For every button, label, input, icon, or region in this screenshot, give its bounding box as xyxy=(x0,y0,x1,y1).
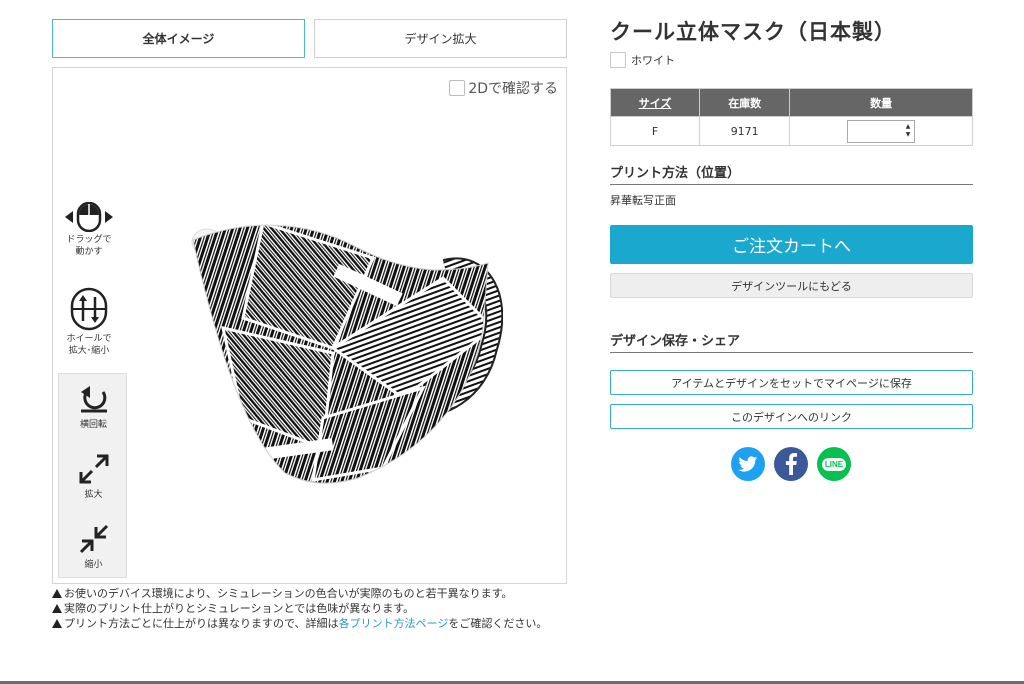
rotate-label: 横回転 xyxy=(79,420,107,430)
line-icon: LINE xyxy=(821,457,847,471)
zoom-out-button[interactable]: 縮小 xyxy=(59,524,128,570)
color-swatch-white[interactable] xyxy=(610,52,626,68)
facebook-icon xyxy=(785,453,797,475)
drag-hint-line1: ドラッグで xyxy=(66,235,112,245)
mouse-wheel-icon xyxy=(70,287,108,331)
save-share-heading: デザイン保存・シェア xyxy=(610,330,973,353)
stepper-arrows-icon[interactable]: ▲ ▼ xyxy=(902,121,914,142)
print-method-value: 昇華転写正面 xyxy=(610,194,676,207)
stock-cell: 9171 xyxy=(699,116,791,146)
zoom-out-label: 縮小 xyxy=(84,560,103,570)
warning-icon xyxy=(52,619,62,628)
color-option[interactable]: ホワイト xyxy=(610,52,675,68)
wheel-hint-line1: ホイールで xyxy=(66,334,112,344)
facebook-share-button[interactable] xyxy=(774,447,808,481)
tab-design-zoom[interactable]: デザイン拡大 xyxy=(314,19,567,58)
quantity-header: 数量 xyxy=(789,88,973,117)
size-header-link[interactable]: サイズ xyxy=(609,88,701,117)
note-print-method: プリント方法ごとに仕上がりは異なりますので、詳細は各プリント方法ページをご確認く… xyxy=(52,618,567,629)
simulation-notes: お使いのデバイス環境により、シミュレーションの色合いが実際のものと若干異なります… xyxy=(52,588,567,633)
twitter-icon xyxy=(738,455,758,472)
toggle-2d-checkbox[interactable] xyxy=(449,80,466,96)
back-to-design-tool-button[interactable]: デザインツールにもどる xyxy=(610,273,973,298)
save-to-mypage-button[interactable]: アイテムとデザインをセットでマイページに保存 xyxy=(610,370,973,395)
wheel-hint: ホイールで 拡大･縮小 xyxy=(59,287,119,357)
expand-icon xyxy=(79,454,108,484)
drag-hint: ドラッグで 動かす xyxy=(59,202,119,258)
stock-table: サイズ 在庫数 数量 F 9171 ▲ ▼ xyxy=(609,88,973,146)
rotate-icon xyxy=(80,386,107,413)
view-controls-panel: 横回転 拡大 縮小 xyxy=(58,373,127,578)
mask-3d-model xyxy=(191,224,503,484)
warning-icon xyxy=(52,589,62,598)
toggle-2d-label: 2Dで確認する xyxy=(468,81,558,97)
order-cart-button[interactable]: ご注文カートへ xyxy=(610,225,973,264)
quantity-stepper[interactable]: ▲ ▼ xyxy=(847,119,916,143)
warning-icon xyxy=(52,604,62,613)
line-share-button[interactable]: LINE xyxy=(817,447,851,481)
shrink-icon xyxy=(79,524,108,554)
toggle-2d-view[interactable]: 2Dで確認する xyxy=(449,78,558,98)
print-method-page-link[interactable]: 各プリント方法ページ xyxy=(339,617,449,630)
twitter-share-button[interactable] xyxy=(731,447,765,481)
stock-header: 在庫数 xyxy=(699,88,791,117)
size-cell: F xyxy=(609,116,701,146)
note-device-color: お使いのデバイス環境により、シミュレーションの色合いが実際のものと若干異なります… xyxy=(52,588,567,599)
zoom-in-label: 拡大 xyxy=(84,490,103,500)
mouse-drag-icon xyxy=(65,202,113,232)
rotate-button[interactable]: 横回転 xyxy=(59,384,128,430)
tab-overall-image[interactable]: 全体イメージ xyxy=(52,19,305,58)
table-row: F 9171 ▲ ▼ xyxy=(609,116,973,146)
zoom-in-button[interactable]: 拡大 xyxy=(59,454,128,500)
product-title: クール立体マスク（日本製） xyxy=(610,20,896,44)
design-link-button[interactable]: このデザインへのリンク xyxy=(610,404,973,429)
mask-3d-viewer[interactable]: 2Dで確認する ドラッグで 動かす ホイールで 拡大･縮小 横回転 拡大 縮小 xyxy=(52,67,567,584)
drag-hint-line2: 動かす xyxy=(75,247,103,257)
quantity-cell: ▲ ▼ xyxy=(789,116,973,146)
note-print-color: 実際のプリント仕上がりとシミュレーションとでは色味が異なります。 xyxy=(52,603,567,614)
color-option-label: ホワイト xyxy=(631,54,675,67)
print-method-heading: プリント方法（位置） xyxy=(610,162,973,185)
wheel-hint-line2: 拡大･縮小 xyxy=(68,346,110,356)
